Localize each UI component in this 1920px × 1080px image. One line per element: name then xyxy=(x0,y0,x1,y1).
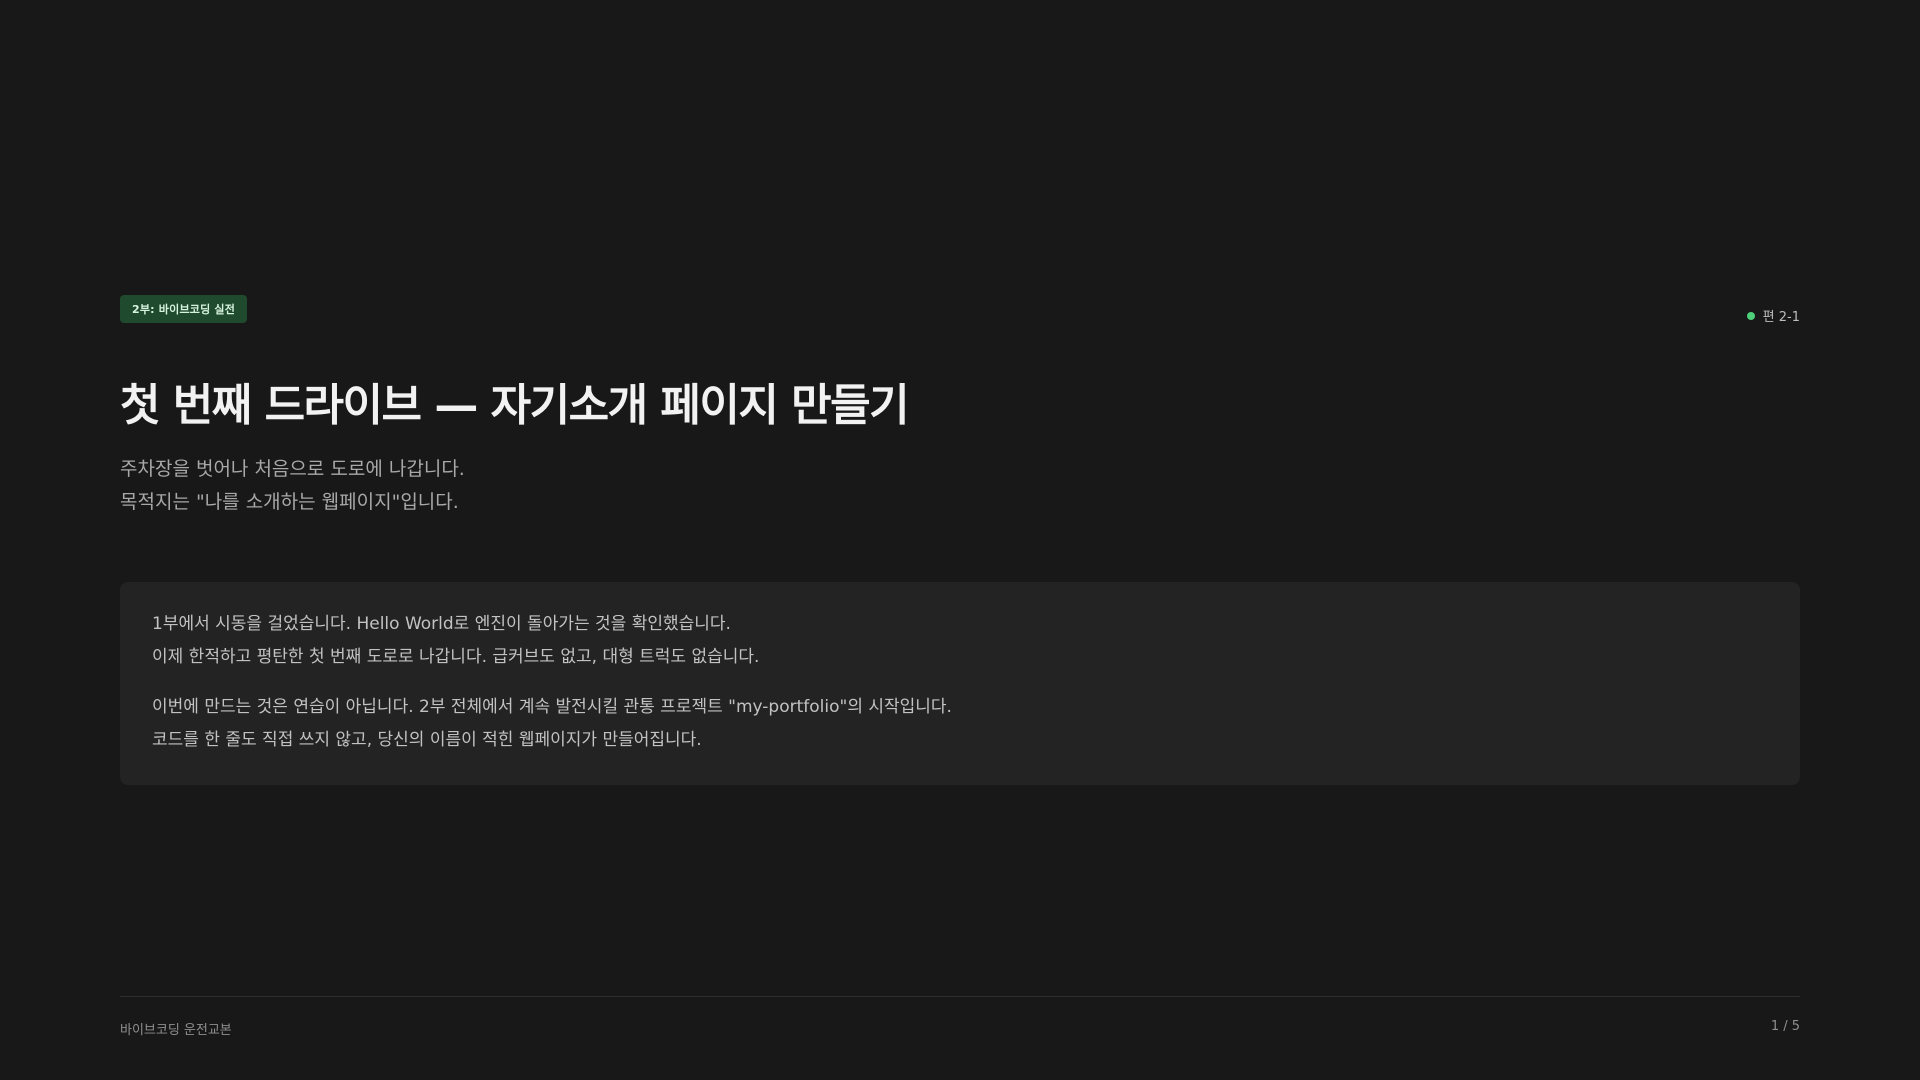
intro-card: 1부에서 시동을 걸었습니다. Hello World로 엔진이 돌아가는 것을… xyxy=(120,582,1800,785)
episode-label: 편 2-1 xyxy=(1762,310,1800,325)
subtitle: 주차장을 벗어나 처음으로 도로에 나갑니다. 목적지는 "나를 소개하는 웹페… xyxy=(120,453,465,519)
footer-book-title: 바이브코딩 운전교본 xyxy=(120,1023,232,1038)
subtitle-line: 목적지는 "나를 소개하는 웹페이지"입니다. xyxy=(120,491,459,513)
card-text-line: 이제 한적하고 평탄한 첫 번째 도로로 나갑니다. 급커브도 없고, 대형 트… xyxy=(152,647,760,667)
page-indicator: 1 / 5 xyxy=(1770,1019,1800,1034)
page-title: 첫 번째 드라이브 — 자기소개 페이지 만들기 xyxy=(120,380,910,431)
card-text-line: 1부에서 시동을 걸었습니다. Hello World로 엔진이 돌아가는 것을… xyxy=(152,614,731,634)
subtitle-line: 주차장을 벗어나 처음으로 도로에 나갑니다. xyxy=(120,458,465,480)
card-text-line: 이번에 만드는 것은 연습이 아닙니다. 2부 전체에서 계속 발전시킬 관통 … xyxy=(152,697,952,717)
card-text-line: 코드를 한 줄도 직접 쓰지 않고, 당신의 이름이 적힌 웹페이지가 만들어집… xyxy=(152,730,702,750)
section-badge: 2부: 바이브코딩 실전 xyxy=(120,295,248,323)
status-dot-icon xyxy=(1746,311,1755,320)
episode-indicator: 편 2-1 xyxy=(1746,306,1800,325)
footer-divider xyxy=(120,996,1800,997)
slide: 2부: 바이브코딩 실전 편 2-1 첫 번째 드라이브 — 자기소개 페이지 … xyxy=(0,0,1920,1080)
